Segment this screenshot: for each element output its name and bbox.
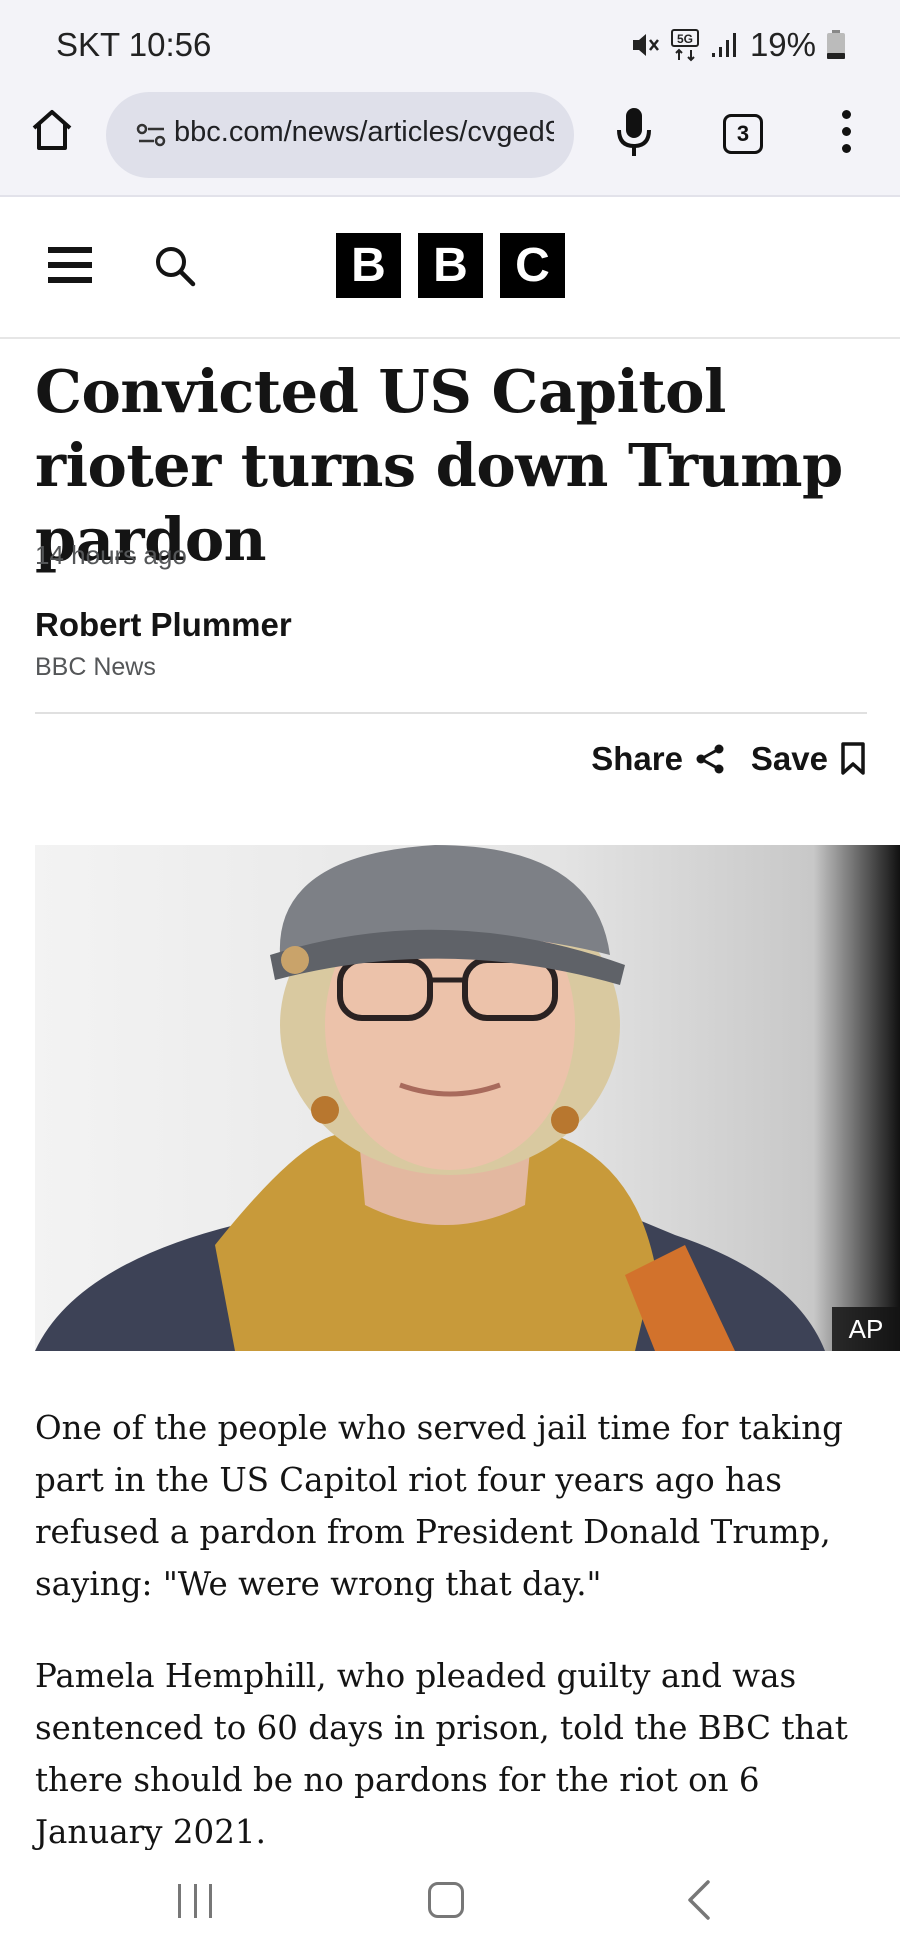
image-credit: AP [832, 1307, 900, 1351]
signal-icon [711, 33, 736, 57]
system-nav-bar [0, 1850, 900, 1950]
home-icon[interactable] [28, 106, 76, 154]
search-icon[interactable] [152, 243, 198, 289]
share-save-row: Share Save [591, 740, 866, 778]
recent-apps-icon[interactable] [178, 1884, 212, 1918]
logo-letter: B [336, 233, 401, 298]
mic-icon[interactable] [614, 106, 654, 158]
author-name: Robert Plummer [35, 606, 292, 643]
battery-icon [827, 30, 845, 59]
portrait-illustration [35, 845, 900, 1351]
article-paragraph: Pamela Hemphill, who pleaded guilty and … [35, 1657, 848, 1851]
share-label: Share [591, 740, 683, 777]
logo-letter: C [500, 233, 565, 298]
author-outlet: BBC News [35, 653, 156, 681]
system-home-icon[interactable] [428, 1882, 464, 1918]
bookmark-icon [841, 742, 865, 775]
byline-divider [35, 712, 867, 714]
network-5g-icon: 5G [670, 29, 699, 62]
share-button[interactable]: Share [591, 740, 725, 778]
share-icon [696, 744, 724, 774]
hamburger-icon[interactable] [48, 247, 92, 287]
battery-percent: 19% [749, 26, 816, 63]
site-header: B B C [0, 197, 900, 339]
logo-letter: B [418, 233, 483, 298]
article-paragraph: One of the people who served jail time f… [35, 1409, 843, 1603]
address-bar[interactable]: bbc.com/news/articles/cvged9 [106, 92, 574, 178]
more-vert-icon[interactable] [836, 110, 856, 160]
bbc-logo[interactable]: B B C [336, 233, 565, 298]
network-label: 5G [677, 32, 693, 46]
url-text[interactable]: bbc.com/news/articles/cvged9 [174, 116, 554, 149]
article-image: AP [35, 845, 900, 1351]
save-label: Save [750, 740, 828, 777]
save-button[interactable]: Save [751, 740, 866, 778]
status-indicators: 5G 19% [630, 26, 846, 64]
tabs-button[interactable]: 3 [723, 114, 763, 154]
article-timestamp: 14 hours ago [35, 540, 187, 570]
url-bar-row: bbc.com/news/articles/cvged9 3 [0, 92, 900, 180]
site-settings-icon[interactable] [136, 122, 168, 148]
status-carrier-time: SKT 10:56 [56, 26, 212, 63]
status-bar: SKT 10:56 5G 19% [0, 0, 900, 92]
browser-chrome: SKT 10:56 5G 19% bbc.com/news/articles/c… [0, 0, 900, 197]
mute-icon [632, 34, 659, 56]
back-icon[interactable] [680, 1878, 720, 1922]
